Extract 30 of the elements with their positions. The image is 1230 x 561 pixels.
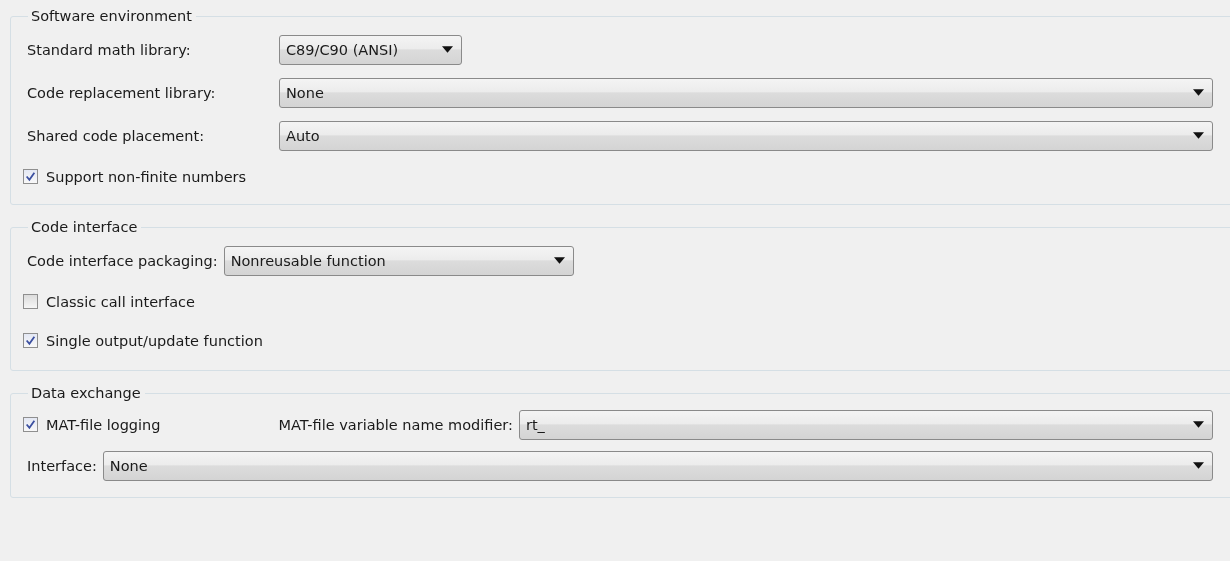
caret-icon — [1193, 462, 1204, 469]
section-title: Data exchange — [30, 385, 142, 401]
check-icon — [25, 419, 36, 430]
dropdown[interactable]: Nonreusable function — [223, 245, 574, 276]
section-title: Code interface — [30, 219, 139, 235]
field-label: Interface: — [27, 457, 97, 474]
dropdown[interactable]: rt_ — [518, 409, 1213, 440]
section-title: Software environment — [30, 8, 193, 24]
field-label: Code replacement library: — [27, 84, 217, 101]
checkbox[interactable]: MAT-file logging — [23, 416, 161, 433]
dropdown[interactable]: None — [102, 450, 1213, 481]
check-icon — [25, 335, 36, 346]
checkbox-box[interactable] — [23, 417, 38, 432]
checkbox-box[interactable] — [23, 333, 38, 348]
caret-icon — [1193, 89, 1204, 96]
checkbox-box[interactable] — [23, 294, 38, 309]
caret-icon — [442, 46, 453, 53]
field-label: Shared code placement: — [27, 127, 206, 144]
dropdown[interactable]: Auto — [279, 120, 1213, 151]
checkbox-box[interactable] — [23, 169, 38, 184]
checkbox-label: MAT-file logging — [46, 416, 161, 433]
caret-icon — [1193, 132, 1204, 139]
caret-icon — [1193, 421, 1204, 428]
field-label: Code interface packaging: — [27, 252, 218, 269]
check-icon — [25, 171, 36, 182]
dropdown[interactable]: None — [279, 77, 1213, 108]
field-label: MAT-file variable name modifier: — [278, 416, 513, 433]
dropdown[interactable]: C89/C90 (ANSI) — [279, 34, 462, 65]
caret-icon — [553, 257, 565, 264]
field-label: Standard math library: — [27, 41, 192, 58]
